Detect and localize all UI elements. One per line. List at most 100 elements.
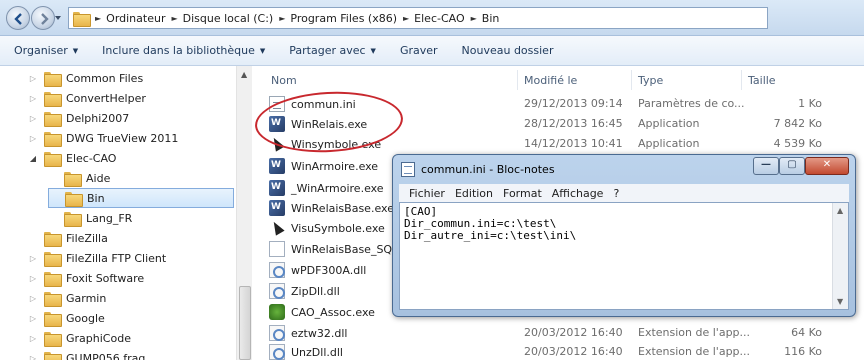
file-name: wPDF300A.dll [291, 263, 367, 277]
expand-arrow-icon[interactable]: ▷ [28, 134, 38, 143]
menu-help[interactable]: ? [613, 187, 619, 200]
dropdown-arrow-icon: ▼ [370, 46, 376, 55]
file-type: Extension de l'app... [638, 345, 751, 358]
file-date: 20/03/2012 16:40 [524, 345, 623, 358]
expand-arrow-icon[interactable]: ▷ [28, 274, 38, 283]
file-type: Paramètres de co... [638, 97, 745, 110]
address-bar: ► Ordinateur ► Disque local (C:) ► Program … [0, 0, 864, 36]
column-divider[interactable] [631, 70, 632, 90]
breadcrumb-item-elec-cao[interactable]: ► Elec-CAO [403, 12, 465, 25]
include-library-button[interactable]: Inclure dans la bibliothèque ▼ [102, 44, 265, 57]
file-row[interactable]: UnzDll.dll 20/03/2012 16:40 Extension de… [253, 342, 864, 360]
dll-icon [269, 325, 285, 341]
share-with-button[interactable]: Partager avec ▼ [289, 44, 376, 57]
breadcrumb-item-bin[interactable]: ► Bin [471, 12, 500, 25]
file-name: UnzDll.dll [291, 345, 343, 359]
expand-arrow-icon[interactable]: ▷ [28, 294, 38, 303]
breadcrumb-item-program-files[interactable]: ► Program Files (x86) [279, 12, 397, 25]
back-button[interactable] [6, 6, 30, 30]
file-size: 7 842 Ko [773, 117, 822, 130]
folder-icon [44, 291, 62, 307]
close-icon: ✕ [822, 159, 832, 170]
file-type: Extension de l'app... [638, 326, 751, 339]
command-bar: Organiser ▼ Inclure dans la bibliothèque ▼… [0, 36, 864, 66]
history-dropdown-icon[interactable] [54, 14, 62, 22]
tree-item-filezilla[interactable]: FileZilla [28, 228, 108, 248]
tree-item-aide[interactable]: Aide [48, 168, 110, 188]
column-header-modified[interactable]: Modifié le [524, 70, 577, 90]
expand-arrow-icon[interactable]: ▷ [28, 254, 38, 263]
notepad-scrollbar[interactable]: ▲ ▼ [832, 203, 848, 309]
tree-item-dwg-trueview[interactable]: ▷ DWG TrueView 2011 [28, 128, 178, 148]
column-divider[interactable] [517, 70, 518, 90]
file-name: WinRelaisBase_SQL [291, 242, 399, 256]
file-icon [269, 241, 285, 257]
breadcrumb-item-computer[interactable]: ► Ordinateur [95, 12, 165, 25]
tree-item-bin[interactable]: Bin [48, 188, 234, 208]
exe-icon [269, 200, 285, 216]
maximize-button[interactable]: ▢ [779, 157, 805, 175]
tree-item-elec-cao[interactable]: ◢ Elec-CAO [28, 148, 116, 168]
menu-view[interactable]: Affichage [552, 187, 604, 200]
collapse-arrow-icon[interactable]: ◢ [28, 154, 38, 163]
open-folder-icon [44, 151, 62, 167]
scroll-down-arrow-icon[interactable]: ▼ [837, 297, 843, 306]
menu-edit[interactable]: Edition [455, 187, 493, 200]
folder-icon [44, 331, 62, 347]
expand-arrow-icon[interactable]: ▷ [28, 314, 38, 323]
scroll-up-arrow-icon[interactable]: ▲ [241, 70, 247, 79]
notepad-text-area[interactable]: [CAO] Dir_commun.ini=c:\test\ Dir_autre_… [399, 202, 849, 310]
tree-item-converthelper[interactable]: ▷ ConvertHelper [28, 88, 146, 108]
column-header-type[interactable]: Type [638, 70, 663, 90]
notepad-menubar: Fichier Edition Format Affichage ? [399, 184, 849, 202]
minimize-button[interactable]: — [753, 157, 779, 175]
forward-button[interactable] [31, 6, 55, 30]
breadcrumb[interactable]: ► Ordinateur ► Disque local (C:) ► Program … [68, 7, 768, 29]
dropdown-arrow-icon: ▼ [259, 46, 266, 55]
menu-file[interactable]: Fichier [409, 187, 445, 200]
column-header-name[interactable]: Nom [271, 70, 297, 90]
tree-item-gump[interactable]: ▷ GUMP056 frag [28, 348, 145, 360]
tree-item-foxit-software[interactable]: ▷ Foxit Software [28, 268, 144, 288]
tree-item-common-files[interactable]: ▷ Common Files [28, 68, 143, 88]
dll-icon [269, 262, 285, 278]
expand-arrow-icon[interactable]: ▷ [28, 334, 38, 343]
file-name: _WinArmoire.exe [291, 181, 384, 195]
notepad-content[interactable]: [CAO] Dir_commun.ini=c:\test\ Dir_autre_… [404, 206, 576, 242]
column-header-size[interactable]: Taille [748, 70, 776, 90]
file-size: 64 Ko [791, 326, 822, 339]
file-name: ZipDll.dll [291, 284, 340, 298]
tree-item-filezilla-ftp-client[interactable]: ▷ FileZilla FTP Client [28, 248, 166, 268]
navigation-scrollbar[interactable]: ▲ [236, 66, 252, 360]
menu-format[interactable]: Format [503, 187, 542, 200]
file-row[interactable]: eztw32.dll 20/03/2012 16:40 Extension de… [253, 323, 864, 343]
folder-icon [64, 211, 82, 227]
scrollbar-thumb[interactable] [239, 286, 251, 360]
dll-icon [269, 344, 285, 360]
notepad-window[interactable]: commun.ini - Bloc-notes — ▢ ✕ Fichier Ed… [392, 154, 856, 317]
organize-button[interactable]: Organiser ▼ [14, 44, 78, 57]
file-date: 28/12/2013 16:45 [524, 117, 623, 130]
navigation-pane: ▷ Common Files ▷ ConvertHelper ▷ Delphi2007… [0, 66, 252, 360]
expand-arrow-icon[interactable]: ▷ [28, 94, 38, 103]
tree-item-graphicode[interactable]: ▷ GraphiCode [28, 328, 131, 348]
close-button[interactable]: ✕ [805, 157, 849, 175]
tree-item-delphi2007[interactable]: ▷ Delphi2007 [28, 108, 129, 128]
scroll-up-arrow-icon[interactable]: ▲ [837, 206, 843, 215]
tree-item-lang-fr[interactable]: Lang_FR [48, 208, 132, 228]
burn-button[interactable]: Graver [400, 44, 438, 57]
notepad-icon [401, 162, 415, 177]
file-name: CAO_Assoc.exe [291, 305, 375, 319]
file-size: 1 Ko [798, 97, 822, 110]
file-type: Application [638, 137, 700, 150]
tree-item-garmin[interactable]: ▷ Garmin [28, 288, 106, 308]
expand-arrow-icon[interactable]: ▷ [28, 354, 38, 360]
file-date: 29/12/2013 09:14 [524, 97, 623, 110]
expand-arrow-icon[interactable]: ▷ [28, 114, 38, 123]
folder-icon [44, 91, 62, 107]
expand-arrow-icon[interactable]: ▷ [28, 74, 38, 83]
tree-item-google[interactable]: ▷ Google [28, 308, 105, 328]
breadcrumb-item-disk[interactable]: ► Disque local (C:) [171, 12, 273, 25]
column-divider[interactable] [741, 70, 742, 90]
new-folder-button[interactable]: Nouveau dossier [462, 44, 554, 57]
